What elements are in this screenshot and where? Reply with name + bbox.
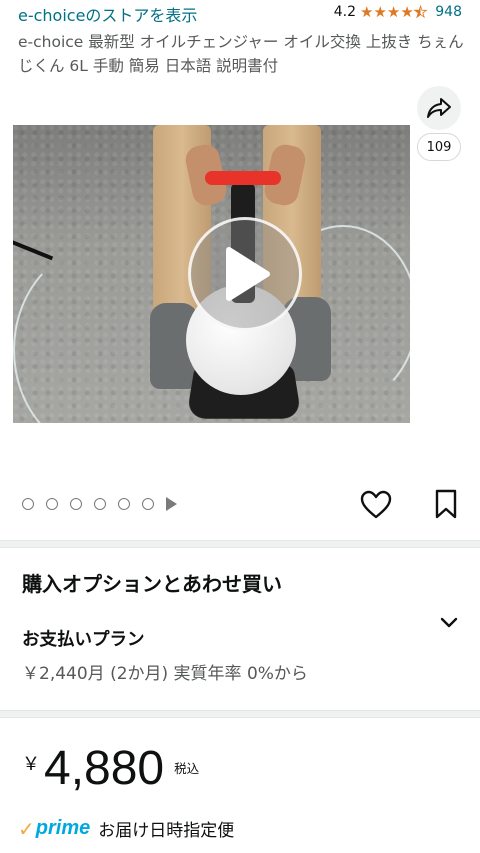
- payment-plan-detail: ￥2,440月 (2か月) 実質年率 0%から: [22, 664, 308, 684]
- top-bar: e-choiceのストアを表示 4.2 ★ ★ ★ ★ ★ 948: [0, 0, 480, 30]
- heart-icon: [360, 490, 392, 519]
- rating-summary[interactable]: 4.2 ★ ★ ★ ★ ★ 948: [333, 3, 462, 21]
- half-star-icon: ★: [413, 3, 428, 21]
- prime-logo: prime: [35, 817, 91, 839]
- price: ￥ 4,880 税込: [22, 742, 199, 796]
- rating-stars: ★ ★ ★ ★ ★: [360, 3, 428, 21]
- share-icon: [427, 98, 451, 118]
- carousel-dot[interactable]: [46, 498, 58, 510]
- save-button[interactable]: [434, 489, 458, 519]
- rating-count[interactable]: 948: [435, 4, 462, 20]
- share-count-badge: 109: [417, 133, 461, 161]
- product-title: e-choice 最新型 オイルチェンジャー オイル交換 上抜き ちぇんじくん …: [18, 33, 464, 75]
- delivery-option-text: お届け日時指定便: [98, 821, 235, 841]
- star-icon: ★: [386, 3, 401, 21]
- rating-value: 4.2: [333, 4, 356, 20]
- store-link[interactable]: e-choiceのストアを表示: [18, 2, 197, 26]
- carousel-dot[interactable]: [94, 498, 106, 510]
- carousel-dot[interactable]: [70, 498, 82, 510]
- product-video[interactable]: [13, 125, 410, 423]
- carousel-dot[interactable]: [118, 498, 130, 510]
- chevron-down-icon: [440, 617, 458, 628]
- carousel-dot[interactable]: [22, 498, 34, 510]
- play-button[interactable]: [188, 217, 302, 331]
- payment-plan-title[interactable]: お支払いプラン: [22, 626, 145, 651]
- bookmark-icon: [435, 489, 457, 519]
- carousel-dot[interactable]: [142, 498, 154, 510]
- price-value: 4,880: [44, 742, 165, 795]
- image-carousel-indicator[interactable]: [22, 497, 177, 511]
- play-icon: [226, 247, 270, 301]
- pump-handle-image: [205, 171, 281, 185]
- wishlist-button[interactable]: [360, 490, 392, 520]
- star-icon: ★: [360, 3, 374, 21]
- currency-symbol: ￥: [22, 754, 40, 775]
- prime-check-icon: ✓: [18, 816, 35, 841]
- prime-delivery: ✓ prime お届け日時指定便: [18, 816, 235, 842]
- tax-label: 税込: [174, 761, 200, 776]
- star-icon: ★: [373, 3, 387, 21]
- section-divider: [0, 540, 480, 548]
- payment-plan-expand-button[interactable]: [438, 612, 460, 634]
- star-icon: ★: [400, 3, 414, 21]
- section-divider: [0, 710, 480, 718]
- carousel-video-icon[interactable]: [166, 497, 177, 511]
- share-button[interactable]: [417, 86, 461, 130]
- purchase-options-heading: 購入オプションとあわせ買い: [22, 572, 282, 596]
